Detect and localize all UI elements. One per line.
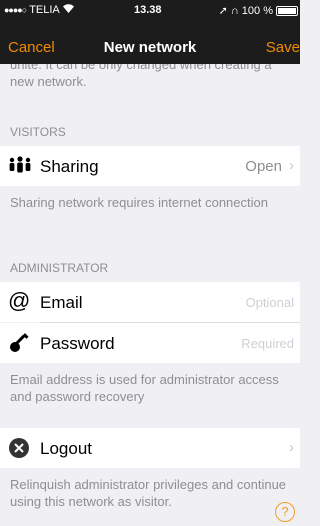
signal-icon: ●●●●○	[4, 5, 27, 15]
password-row[interactable]: Password Required	[0, 323, 300, 363]
headphones-icon: ∩	[230, 4, 239, 17]
email-label: Email	[40, 293, 83, 312]
logout-label: Logout	[40, 439, 92, 458]
intro-text: unite. It can be only changed when creat…	[10, 64, 272, 89]
visitors-header: VISITORS	[10, 125, 66, 139]
at-icon: @	[8, 288, 31, 313]
wifi-icon	[62, 4, 74, 16]
administrator-note: Email address is used for administrator …	[10, 372, 279, 404]
sharing-value: Open	[245, 158, 282, 175]
email-field[interactable]: Optional	[246, 295, 294, 310]
status-right: ➚ ∩ 100 %	[219, 4, 298, 17]
carrier-indicator: ●●●●○ TELIA	[4, 4, 74, 16]
logout-note: Relinquish administrator privileges and …	[10, 477, 287, 509]
logout-row[interactable]: Logout ›	[0, 428, 300, 468]
carrier-name: TELIA	[29, 4, 60, 16]
navigation-bar: New network Cancel Save	[0, 20, 300, 64]
location-icon: ➚	[218, 5, 228, 17]
logout-icon	[8, 437, 32, 459]
password-label: Password	[40, 334, 115, 353]
password-field[interactable]: Required	[241, 336, 294, 351]
battery-icon	[276, 5, 298, 16]
administrator-header: ADMINISTRATOR	[10, 261, 109, 275]
save-button[interactable]: Save	[266, 39, 300, 56]
chevron-right-icon: ›	[289, 439, 294, 456]
status-bar: ●●●●○ TELIA 13.38 ➚ ∩ 100 %	[0, 0, 300, 20]
key-icon	[8, 332, 32, 354]
email-row[interactable]: @ Email Optional	[0, 282, 300, 322]
cancel-button[interactable]: Cancel	[8, 39, 55, 56]
sharing-note: Sharing network requires internet connec…	[10, 195, 268, 210]
help-button[interactable]: ?	[275, 502, 295, 522]
sharing-label: Sharing	[40, 157, 99, 176]
sharing-row[interactable]: Sharing Open ›	[0, 146, 300, 186]
people-icon	[8, 155, 32, 177]
chevron-right-icon: ›	[289, 157, 294, 174]
settings-content[interactable]: unite. It can be only changed when creat…	[0, 64, 300, 526]
status-time: 13.38	[134, 4, 162, 16]
battery-percent: 100 %	[241, 4, 273, 17]
